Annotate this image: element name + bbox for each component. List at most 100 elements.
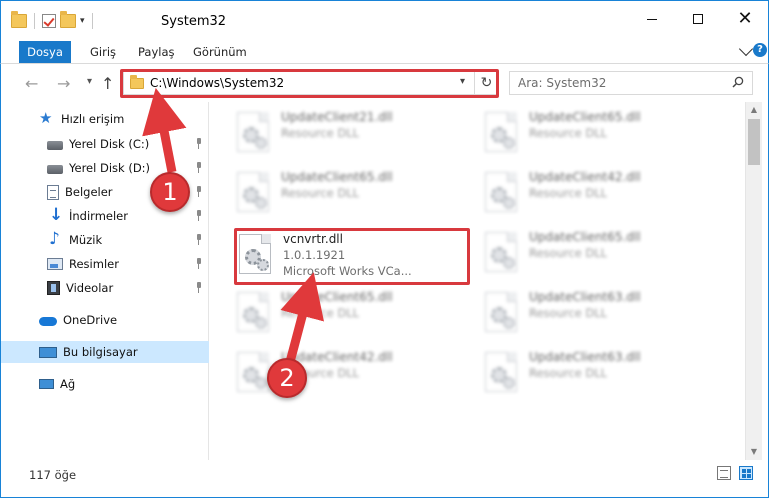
nav-item-pictures[interactable]: Resimler xyxy=(1,253,209,275)
close-button[interactable]: ✕ xyxy=(722,1,768,37)
file-description: Resource DLL xyxy=(529,246,608,260)
nav-item-label: Ağ xyxy=(60,377,76,391)
properties-icon[interactable] xyxy=(42,14,56,28)
nav-item-quick-access[interactable]: Hızlı erişim xyxy=(1,108,209,130)
callout-2: 2 xyxy=(267,358,307,398)
cloud-icon xyxy=(39,317,57,326)
file-name: UpdateClient65.dll xyxy=(529,230,641,244)
dll-file-icon xyxy=(235,170,271,214)
window-title: System32 xyxy=(161,14,227,29)
file-tile-vcnvrtr[interactable]: vcnvrtr.dll 1.0.1.1921 Microsoft Works V… xyxy=(237,230,473,284)
tab-view[interactable]: Görünüm xyxy=(193,40,247,64)
file-tile[interactable]: UpdateClient65.dll Resource DLL xyxy=(483,108,719,162)
file-description: Resource DLL xyxy=(529,306,608,320)
minimize-button[interactable] xyxy=(629,1,675,37)
folder-icon[interactable] xyxy=(11,11,27,28)
drive-icon xyxy=(47,141,63,150)
file-tile[interactable]: UpdateClient65.dll Resource DLL xyxy=(235,288,471,342)
nav-item-label: Bu bilgisayar xyxy=(63,345,138,359)
nav-item-videos[interactable]: Videolar xyxy=(1,277,209,299)
nav-item-label: OneDrive xyxy=(63,313,118,327)
nav-item-label: Yerel Disk (D:) xyxy=(69,161,151,175)
details-view-icon[interactable] xyxy=(717,466,731,480)
music-icon xyxy=(47,229,63,249)
pictures-icon xyxy=(47,258,63,270)
dll-file-icon xyxy=(483,230,519,274)
recent-locations-chevron-icon[interactable]: ▾ xyxy=(87,76,92,87)
tiles-view-icon[interactable] xyxy=(739,466,753,480)
window-frame xyxy=(762,102,769,460)
pin-icon xyxy=(195,162,203,174)
nav-item-this-pc[interactable]: Bu bilgisayar xyxy=(1,341,209,363)
back-arrow-icon[interactable]: ← xyxy=(25,74,38,93)
nav-item-local-disk-c[interactable]: Yerel Disk (C:) xyxy=(1,133,209,155)
search-input[interactable]: Ara: System32 xyxy=(518,76,606,90)
close-icon: ✕ xyxy=(737,8,753,29)
file-name: UpdateClient65.dll xyxy=(529,110,641,124)
file-description: Resource DLL xyxy=(281,306,360,320)
file-tile[interactable]: UpdateClient63.dll Resource DLL xyxy=(483,288,719,342)
file-tile[interactable]: UpdateClient21.dll Resource DLL xyxy=(235,108,471,162)
file-tile[interactable]: UpdateClient65.dll Resource DLL xyxy=(483,228,719,282)
dll-file-icon xyxy=(483,290,519,334)
title-bar: ▾ System32 ✕ xyxy=(0,0,769,36)
file-name: vcnvrtr.dll xyxy=(283,232,343,246)
new-folder-icon[interactable] xyxy=(60,11,76,28)
separator xyxy=(91,13,93,29)
scroll-down-arrow-icon[interactable]: ▼ xyxy=(746,444,762,460)
nav-item-label: Videolar xyxy=(66,281,114,295)
nav-item-label: Belgeler xyxy=(65,185,113,199)
ribbon-tabs: Dosya Giriş Paylaş Görünüm ? xyxy=(0,36,769,64)
file-name: UpdateClient63.dll xyxy=(529,350,641,364)
maximize-icon xyxy=(693,14,703,24)
pin-icon xyxy=(195,258,203,270)
file-name: UpdateClient65.dll xyxy=(281,170,393,184)
file-tile[interactable]: UpdateClient65.dll Resource DLL xyxy=(235,168,471,222)
maximize-button[interactable] xyxy=(675,1,721,37)
file-name: UpdateClient21.dll xyxy=(281,110,393,124)
dll-file-icon xyxy=(237,232,273,276)
dll-file-icon xyxy=(483,170,519,214)
nav-item-music[interactable]: Müzik xyxy=(1,229,209,251)
file-version: 1.0.1.1921 xyxy=(283,248,346,262)
scrollbar-thumb[interactable] xyxy=(748,119,760,165)
address-bar[interactable]: C:\Windows\System32 ▾ ↻ xyxy=(123,71,499,95)
file-name: UpdateClient65.dll xyxy=(281,290,393,304)
videos-icon xyxy=(47,281,60,295)
dll-file-icon xyxy=(483,350,519,394)
pin-icon xyxy=(195,186,203,198)
refresh-icon[interactable]: ↻ xyxy=(474,72,498,94)
help-icon[interactable]: ? xyxy=(753,43,767,57)
up-arrow-icon[interactable]: ↑ xyxy=(101,74,114,93)
file-description: Resource DLL xyxy=(529,126,608,140)
nav-item-label: İndirmeler xyxy=(69,209,128,223)
file-tile[interactable]: UpdateClient42.dll Resource DLL xyxy=(483,168,719,222)
expand-ribbon-chevron-icon[interactable] xyxy=(738,41,754,57)
separator xyxy=(34,13,35,29)
vertical-scrollbar[interactable]: ▲ ▼ xyxy=(745,102,762,460)
network-icon xyxy=(39,379,54,389)
scroll-up-arrow-icon[interactable]: ▲ xyxy=(746,102,762,118)
nav-item-label: Resimler xyxy=(69,257,119,271)
search-icon[interactable] xyxy=(732,76,744,88)
address-dropdown-chevron-icon[interactable]: ▾ xyxy=(460,76,465,87)
address-path[interactable]: C:\Windows\System32 xyxy=(150,76,284,90)
tab-share[interactable]: Paylaş xyxy=(138,40,175,64)
dll-file-icon xyxy=(235,290,271,334)
quick-access-toolbar: ▾ xyxy=(11,11,96,30)
callout-1: 1 xyxy=(150,172,190,212)
nav-item-network[interactable]: Ağ xyxy=(1,373,209,395)
search-box[interactable]: Ara: System32 xyxy=(509,71,753,95)
tab-home[interactable]: Giriş xyxy=(90,40,116,64)
pin-icon xyxy=(195,282,203,294)
forward-arrow-icon[interactable]: → xyxy=(57,74,70,93)
file-tile[interactable]: UpdateClient63.dll Resource DLL xyxy=(483,348,719,402)
downloads-icon xyxy=(47,205,63,225)
nav-item-onedrive[interactable]: OneDrive xyxy=(1,309,209,331)
file-name: UpdateClient63.dll xyxy=(529,290,641,304)
nav-item-label: Yerel Disk (C:) xyxy=(69,137,150,151)
pin-icon xyxy=(195,210,203,222)
customize-toolbar-dropdown[interactable]: ▾ xyxy=(80,16,85,26)
pin-icon xyxy=(195,138,203,150)
tab-file[interactable]: Dosya xyxy=(19,41,71,63)
